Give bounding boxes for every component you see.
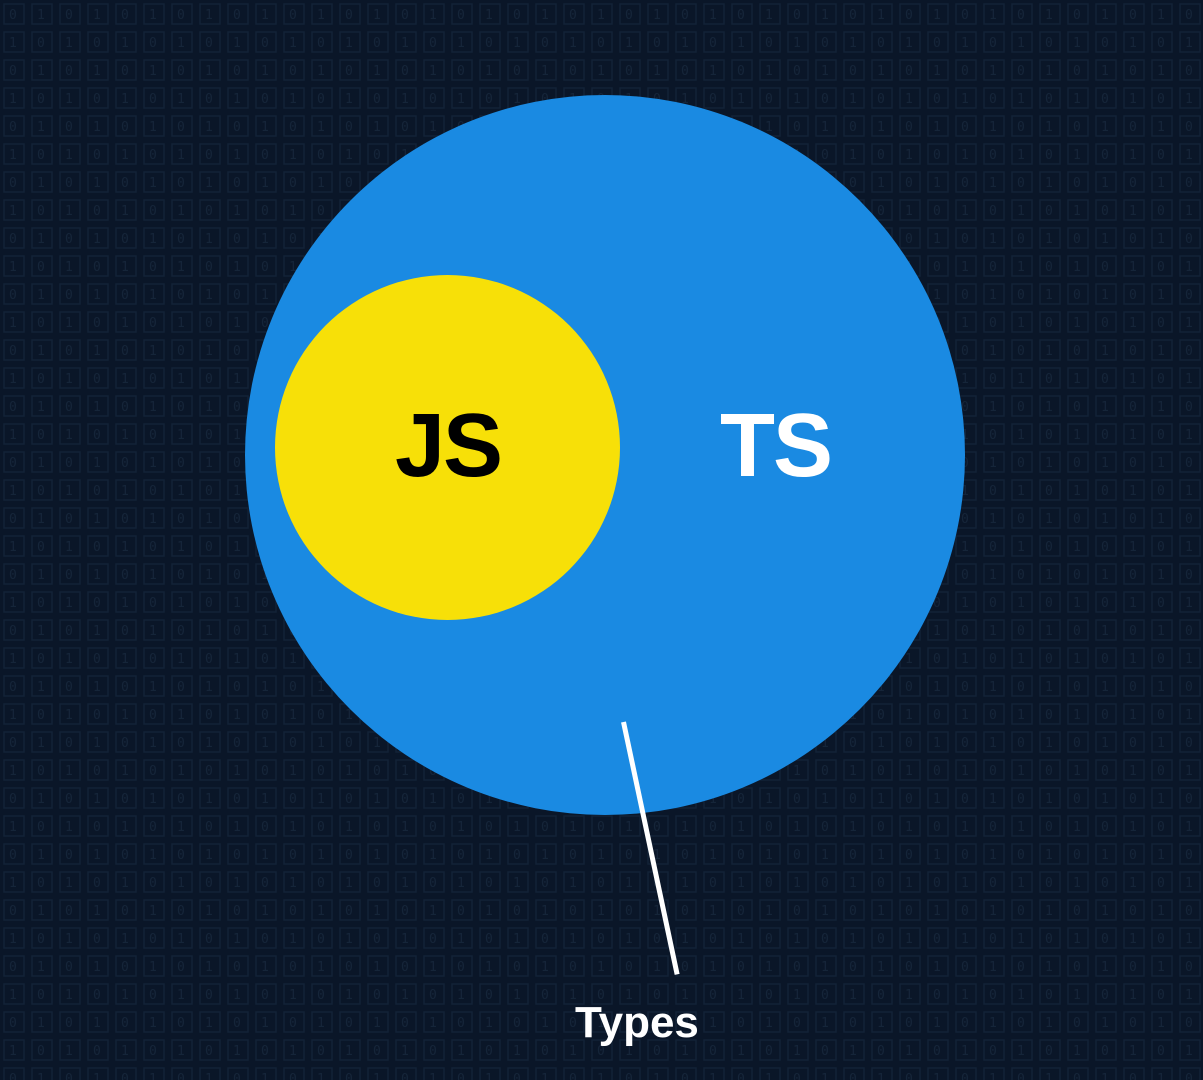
types-callout-label: Types xyxy=(575,998,699,1048)
js-label: JS xyxy=(395,395,501,498)
ts-label: TS xyxy=(720,395,831,498)
